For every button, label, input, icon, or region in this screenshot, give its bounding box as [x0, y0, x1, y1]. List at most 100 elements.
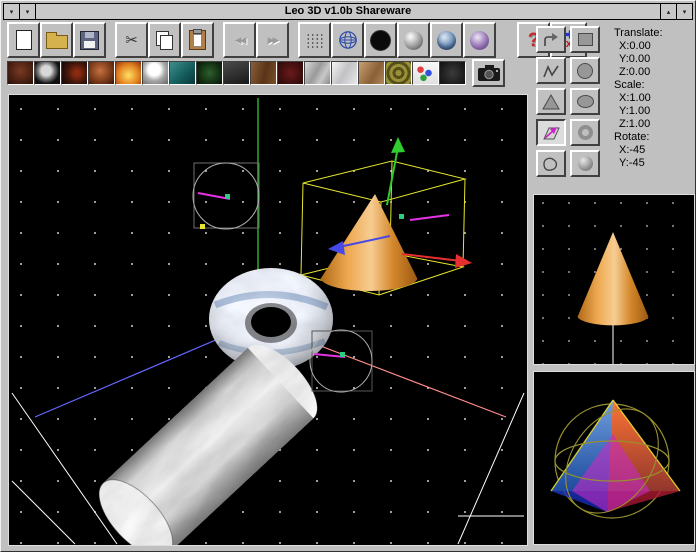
texture-swatch-sandstone[interactable]	[358, 61, 385, 85]
shaded-sphere-icon	[404, 31, 423, 50]
texture-swatch-rust-dark[interactable]	[7, 61, 34, 85]
texture-swatch-charcoal[interactable]	[223, 61, 250, 85]
parallelogram-arrow-icon	[541, 125, 561, 141]
cone-tool-button[interactable]	[536, 88, 566, 115]
texture-swatch-marble-white[interactable]	[331, 61, 358, 85]
handle-green-3[interactable]	[340, 352, 345, 357]
box-icon	[578, 33, 593, 46]
texture-swatch-lava-rock[interactable]	[61, 61, 88, 85]
scale-y-value: Y:1.00	[614, 105, 696, 118]
texture-swatch-cloud-sphere[interactable]	[142, 61, 169, 85]
titlebar: ▾ ▾ Leo 3D v1.0b Shareware ▴ ▾	[3, 3, 693, 20]
transform-status: Translate: X:0.00 Y:0.00 Z:0.00 Scale: X…	[614, 27, 696, 170]
scale-x-value: X:1.00	[614, 92, 696, 105]
freeform-blob-icon	[541, 155, 561, 172]
clipboard-icon	[189, 30, 206, 50]
translate-z-value: Z:0.00	[614, 66, 696, 79]
texture-palette	[7, 60, 505, 86]
texture-swatch-sea-teal[interactable]	[169, 61, 196, 85]
new-file-icon	[16, 30, 32, 50]
forward-arrows-icon: ▶▶	[268, 36, 278, 45]
app-window: ▾ ▾ Leo 3D v1.0b Shareware ▴ ▾ ✂ ◀◀ ▶▶	[0, 0, 696, 552]
scene-canvas	[9, 95, 527, 545]
camera-icon	[477, 65, 501, 82]
box-tool-button[interactable]	[570, 26, 600, 53]
shaded-view-button[interactable]	[397, 22, 430, 58]
polyline-tool-button[interactable]	[536, 57, 566, 84]
paste-button[interactable]	[181, 22, 214, 58]
texture-swatch-slate-dark[interactable]	[439, 61, 466, 85]
texture-swatch-marble-gray[interactable]	[304, 61, 331, 85]
window-title: Leo 3D v1.0b Shareware	[36, 4, 660, 19]
texture-swatch-spiral-olive[interactable]	[385, 61, 412, 85]
translate-tool-button[interactable]	[536, 119, 566, 146]
circle-icon	[577, 63, 593, 79]
translate-x-value: X:0.00	[614, 40, 696, 53]
new-file-button[interactable]	[7, 22, 40, 58]
texture-swatch-wood-brown[interactable]	[250, 61, 277, 85]
texture-swatch-mars-red[interactable]	[88, 61, 115, 85]
window-menu-button[interactable]: ▾	[20, 4, 36, 19]
translate-label: Translate:	[614, 27, 696, 40]
triangle-icon	[541, 94, 561, 110]
torus-ring-icon	[578, 125, 593, 140]
texture-swatch-moss-green[interactable]	[196, 61, 223, 85]
main-toolbar: ✂ ◀◀ ▶▶ ?	[7, 22, 587, 59]
copy-button[interactable]	[148, 22, 181, 58]
forward-button[interactable]: ▶▶	[256, 22, 289, 58]
minimize-button[interactable]: ▴	[660, 4, 676, 19]
copy-icon	[156, 31, 169, 46]
texture-swatch-maroon[interactable]	[277, 61, 304, 85]
camera-orbit-preview[interactable]	[533, 371, 695, 545]
flat-sphere-icon	[370, 30, 391, 51]
bend-arrow-tool-button[interactable]	[536, 26, 566, 53]
scissors-icon: ✂	[125, 33, 138, 48]
wireframe-globe-icon	[338, 30, 358, 50]
save-file-button[interactable]	[73, 22, 106, 58]
sphere-tool-button[interactable]	[570, 57, 600, 84]
scale-label: Scale:	[614, 79, 696, 92]
shape-tool-palette	[536, 26, 604, 177]
maximize-button[interactable]: ▾	[676, 4, 692, 19]
freeform-tool-button[interactable]	[536, 150, 566, 177]
maximize-icon: ▾	[683, 8, 687, 16]
torus-tool-button[interactable]	[570, 119, 600, 146]
ellipsoid-tool-button[interactable]	[570, 88, 600, 115]
scale-z-value: Z:1.00	[614, 118, 696, 131]
wireframe-view-button[interactable]	[331, 22, 364, 58]
system-menu-glyph: ▾	[10, 8, 14, 16]
system-menu-button[interactable]: ▾	[4, 4, 20, 19]
grid-view-button[interactable]	[298, 22, 331, 58]
translate-y-value: Y:0.00	[614, 53, 696, 66]
cut-button[interactable]: ✂	[115, 22, 148, 58]
back-arrows-icon: ◀◀	[235, 36, 245, 45]
bend-arrow-icon	[541, 32, 561, 48]
rotate-x-value: X:-45	[614, 144, 696, 157]
textured-sphere-icon	[437, 31, 456, 50]
flat-view-button[interactable]	[364, 22, 397, 58]
save-floppy-icon	[80, 31, 99, 50]
polyline-icon	[541, 63, 561, 79]
texture-swatch-color-palette[interactable]	[412, 61, 439, 85]
handle-yellow-1[interactable]	[200, 224, 205, 229]
handle-green-2[interactable]	[399, 214, 404, 219]
shaded-sphere-tool-icon	[578, 156, 593, 171]
rotate-y-value: Y:-45	[614, 157, 696, 170]
handle-green-1[interactable]	[225, 194, 230, 199]
texture-swatch-planet-gray[interactable]	[34, 61, 61, 85]
back-button[interactable]: ◀◀	[223, 22, 256, 58]
textured-view-button[interactable]	[430, 22, 463, 58]
texture-swatch-fire-orange[interactable]	[115, 61, 142, 85]
rendered-view-button[interactable]	[463, 22, 496, 58]
rotate-label: Rotate:	[614, 131, 696, 144]
dot-grid-icon	[305, 32, 324, 48]
ellipse-icon	[577, 95, 594, 108]
minimize-icon: ▴	[667, 8, 671, 16]
open-file-button[interactable]	[40, 22, 73, 58]
rendered-sphere-icon	[470, 31, 489, 50]
shaded-sphere-tool-button[interactable]	[570, 150, 600, 177]
capture-camera-button[interactable]	[472, 59, 505, 87]
open-folder-icon	[46, 35, 68, 49]
side-view-preview[interactable]	[533, 194, 695, 365]
main-3d-viewport[interactable]	[8, 94, 528, 546]
